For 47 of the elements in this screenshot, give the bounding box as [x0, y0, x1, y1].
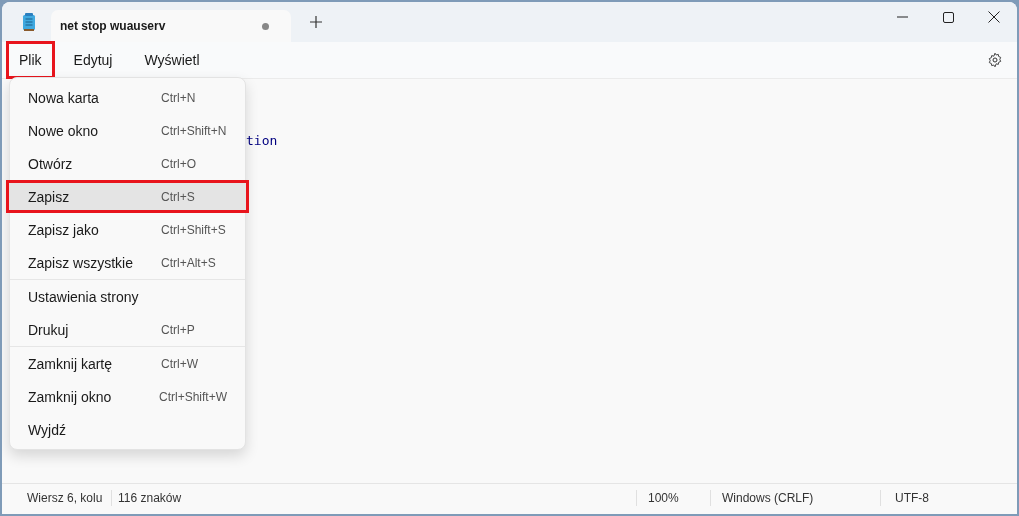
- status-text: Windows (CRLF): [710, 490, 880, 506]
- menu-item[interactable]: Otwórz Ctrl+O: [14, 147, 241, 180]
- menu-item[interactable]: Drukuj Ctrl+P: [14, 313, 241, 346]
- menu-item-label: Drukuj: [28, 321, 70, 338]
- tab-title: net stop wuauserv: [60, 19, 166, 33]
- shortcut-text: Ctrl+P: [161, 322, 195, 337]
- shortcut-text: Ctrl+Alt+S: [161, 255, 216, 270]
- menu-item-label: Zamknij okno: [28, 388, 113, 405]
- shortcut-text: Ctrl+S: [161, 189, 195, 204]
- menu-item[interactable]: Zapisz Ctrl+S: [6, 180, 249, 213]
- shortcut-text: Ctrl+Shift+S: [161, 222, 226, 237]
- menu-item-label: Wyjdź: [28, 421, 67, 438]
- menu-item-label: Zapisz: [28, 188, 71, 205]
- new-tab-icon[interactable]: [310, 16, 322, 28]
- menu-item[interactable]: Nowe okno Ctrl+Shift+N: [14, 114, 241, 147]
- shortcut-text: Ctrl+O: [161, 156, 196, 171]
- menu-item[interactable]: Wyświetl: [131, 41, 213, 79]
- menu-item[interactable]: Edytuj: [60, 41, 126, 79]
- menu-item[interactable]: Zapisz wszystkie Ctrl+Alt+S: [14, 246, 241, 279]
- menu-item[interactable]: Zapisz jako Ctrl+Shift+S: [14, 213, 241, 246]
- shortcut-text: Ctrl+W: [161, 356, 198, 371]
- menu-item[interactable]: Nowa karta Ctrl+N: [14, 81, 241, 114]
- maximize-icon[interactable]: [942, 11, 954, 23]
- menu-item[interactable]: Wyjdź: [14, 413, 241, 446]
- menu-item[interactable]: Ustawienia strony: [14, 280, 241, 313]
- shortcut-text: Ctrl+Shift+W: [159, 389, 227, 404]
- status-text: 116 znaków: [111, 490, 636, 506]
- menu-item-label: Zapisz jako: [28, 221, 100, 238]
- settings-icon[interactable]: [987, 52, 1003, 68]
- menu-item-label: Zapisz wszystkie: [28, 254, 135, 271]
- menu-item[interactable]: Zamknij kartę Ctrl+W: [14, 347, 241, 380]
- shortcut-text: Ctrl+Shift+N: [161, 123, 227, 138]
- minimize-icon[interactable]: [896, 16, 908, 18]
- close-icon[interactable]: [988, 11, 1000, 23]
- menu-item-label: Nowe okno: [28, 122, 100, 139]
- status-text: 100%: [636, 490, 710, 506]
- status-text: Wiersz 6, kolu: [26, 490, 104, 506]
- menu-item-label: Ustawienia strony: [28, 288, 140, 305]
- menu-item-label: Zamknij kartę: [28, 355, 114, 372]
- menu-item-label: Nowa karta: [28, 89, 100, 106]
- shortcut-text: Ctrl+N: [161, 90, 196, 105]
- editor-text: tion: [246, 133, 278, 148]
- status-text: UTF-8: [880, 490, 1017, 506]
- document-tab[interactable]: net stop wuauserv: [51, 10, 291, 42]
- menu-item[interactable]: Zamknij okno Ctrl+Shift+W: [14, 380, 241, 413]
- menu-item-label: Otwórz: [28, 155, 74, 172]
- notepad-icon: [22, 13, 36, 31]
